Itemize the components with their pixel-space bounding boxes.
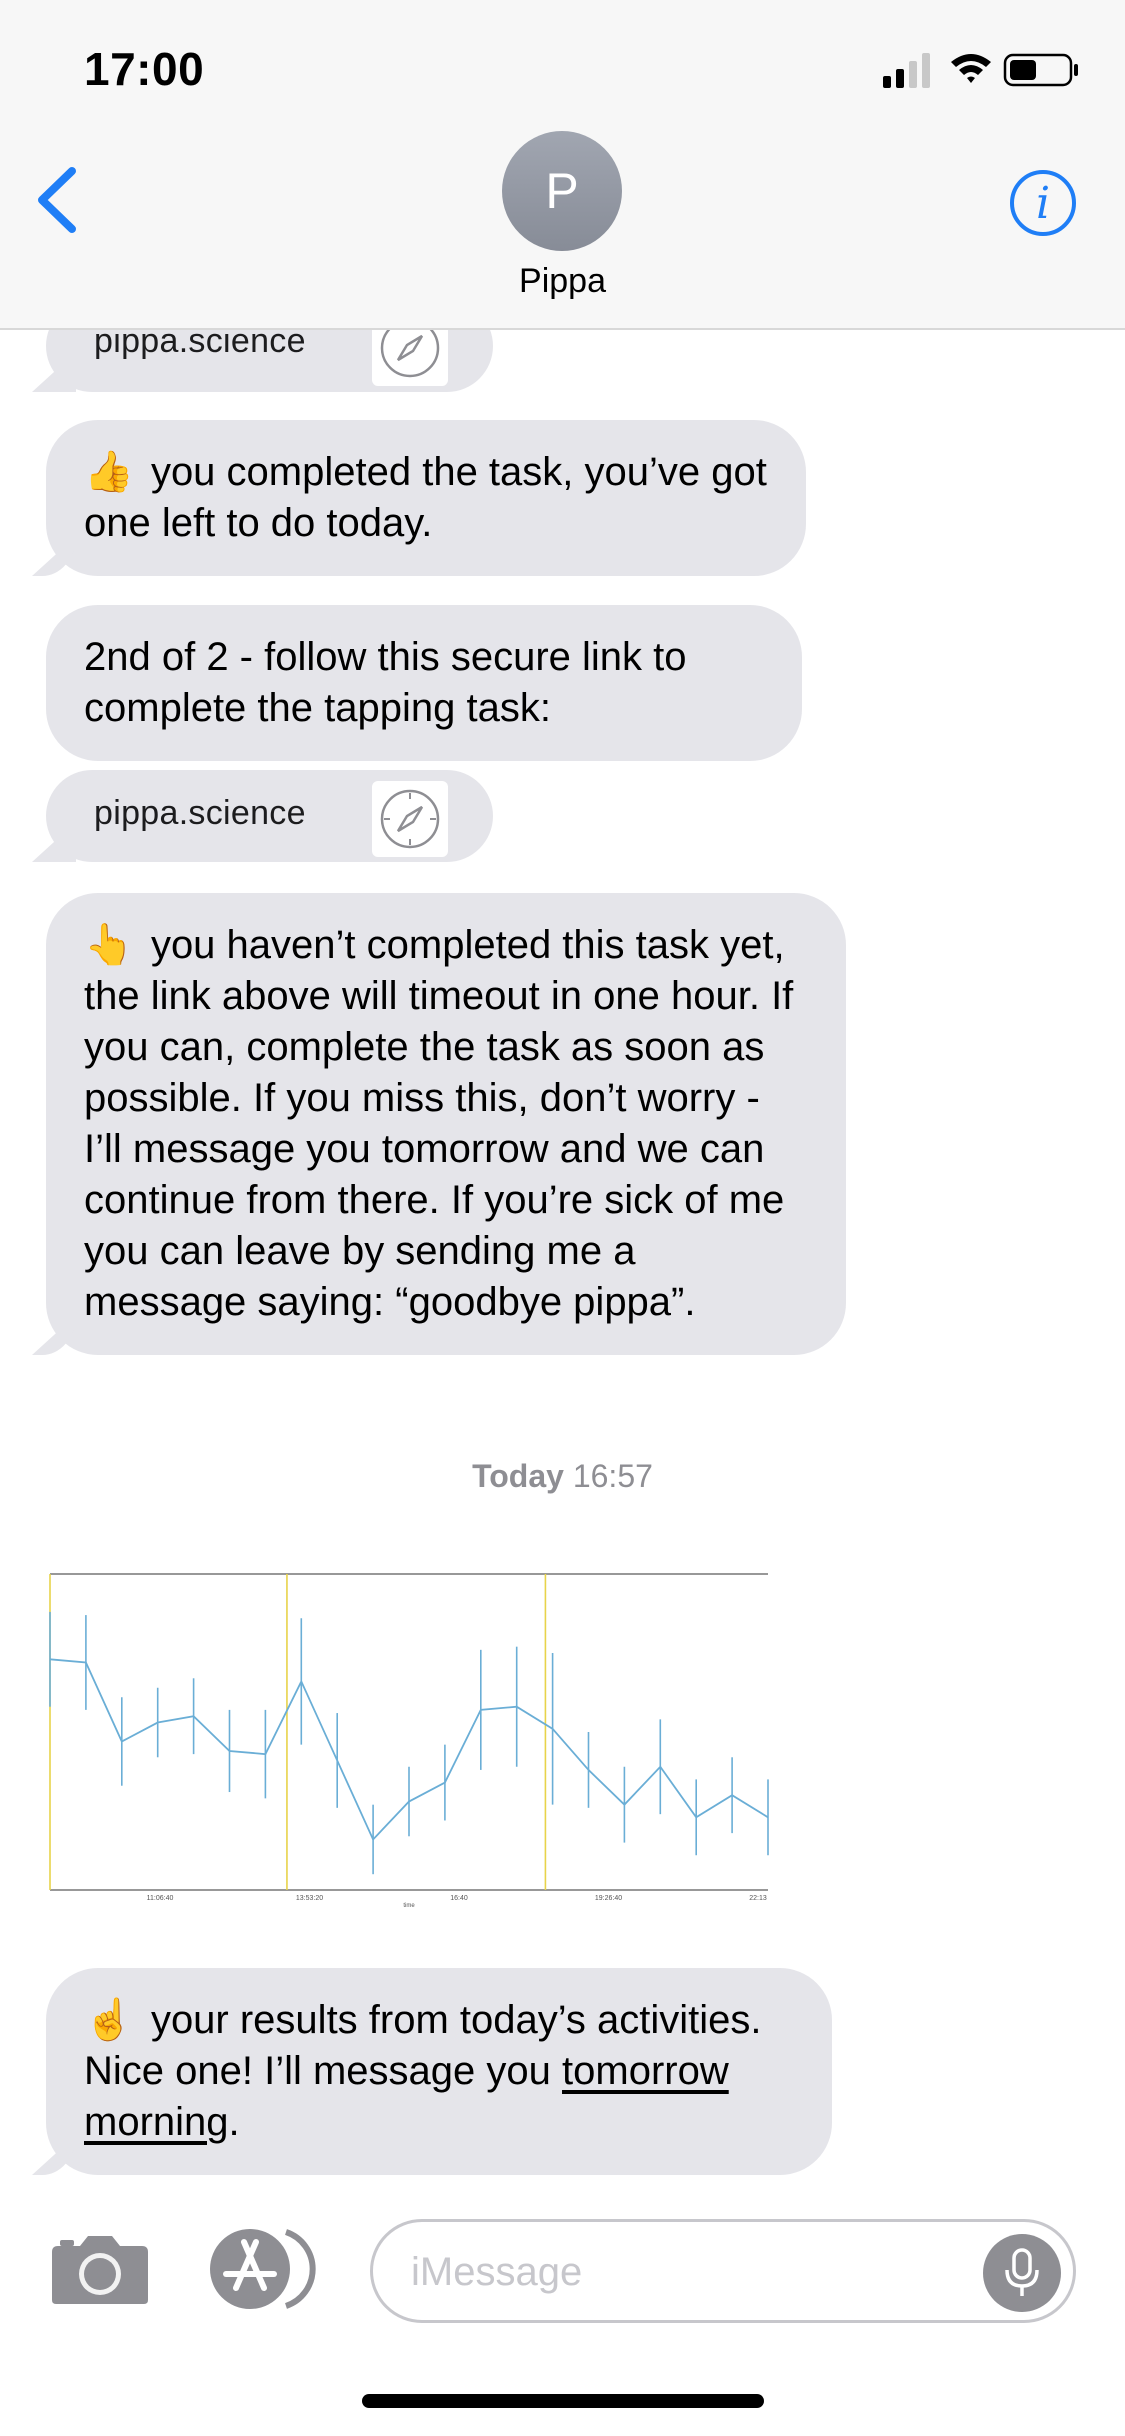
results-chart-image[interactable]: 11:06:40 13:53:20 16:40 19:26:40 22:13 time bbox=[46, 1568, 772, 1909]
results-chart: 11:06:40 13:53:20 16:40 19:26:40 22:13 time bbox=[49, 1573, 769, 1909]
status-time: 17:00 bbox=[84, 43, 205, 95]
imessage-placeholder: iMessage bbox=[411, 2250, 583, 2294]
message-bubble[interactable]: 2nd of 2 - follow this secure link to co… bbox=[46, 605, 802, 761]
chart-x-tick-label: 22:13 bbox=[749, 1895, 767, 1902]
link-preview-bubble[interactable]: pippa.science bbox=[46, 770, 493, 862]
wifi-icon bbox=[951, 54, 991, 83]
link-preview-url: pippa.science bbox=[94, 794, 306, 832]
message-text-end: . bbox=[228, 2100, 240, 2144]
message-bubble[interactable]: 👍 you completed the task, you’ve got one… bbox=[46, 420, 806, 576]
thumbs-up-emoji: 👍 bbox=[84, 450, 134, 494]
message-bubble[interactable]: ☝️ your results from today’s activities.… bbox=[46, 1968, 832, 2175]
app-store-icon[interactable] bbox=[208, 2226, 318, 2312]
index-pointing-up-emoji: ☝️ bbox=[84, 1998, 134, 2042]
back-chevron-icon[interactable] bbox=[34, 165, 80, 235]
status-icons bbox=[883, 53, 1078, 88]
contact-avatar[interactable]: P bbox=[502, 131, 622, 251]
info-icon[interactable]: i bbox=[1010, 170, 1076, 236]
safari-compass-icon bbox=[372, 781, 448, 857]
message-text: 2nd of 2 - follow this secure link to co… bbox=[84, 635, 687, 730]
chart-x-axis-label: time bbox=[403, 1903, 415, 1908]
message-text: you completed the task, you’ve got one l… bbox=[84, 450, 767, 545]
message-bubble[interactable]: 👆 you haven’t completed this task yet, t… bbox=[46, 893, 846, 1355]
message-text: you haven’t completed this task yet, the… bbox=[84, 923, 794, 1324]
cellular-signal-icon bbox=[883, 53, 930, 88]
timestamp-day: Today bbox=[472, 1458, 564, 1494]
camera-icon[interactable] bbox=[50, 2232, 150, 2306]
contact-name[interactable]: Pippa bbox=[0, 262, 1125, 301]
conversation-header: 17:00 P Pippa i bbox=[0, 0, 1125, 330]
message-thread[interactable]: pippa.science 👍 you completed the task, … bbox=[0, 0, 1125, 2436]
chart-x-tick-label: 19:26:40 bbox=[595, 1895, 622, 1902]
timestamp-time: 16:57 bbox=[572, 1458, 653, 1494]
message-timestamp: Today 16:57 bbox=[0, 1458, 1125, 1495]
chart-x-tick-label: 16:40 bbox=[450, 1895, 468, 1902]
pointing-up-emoji: 👆 bbox=[84, 923, 134, 967]
chart-x-tick-label: 13:53:20 bbox=[296, 1895, 323, 1902]
imessage-input[interactable]: iMessage bbox=[370, 2219, 1076, 2323]
microphone-icon[interactable] bbox=[983, 2234, 1061, 2312]
chart-x-tick-label: 11:06:40 bbox=[147, 1895, 174, 1902]
battery-icon bbox=[1003, 53, 1078, 87]
home-indicator[interactable] bbox=[362, 2394, 764, 2408]
